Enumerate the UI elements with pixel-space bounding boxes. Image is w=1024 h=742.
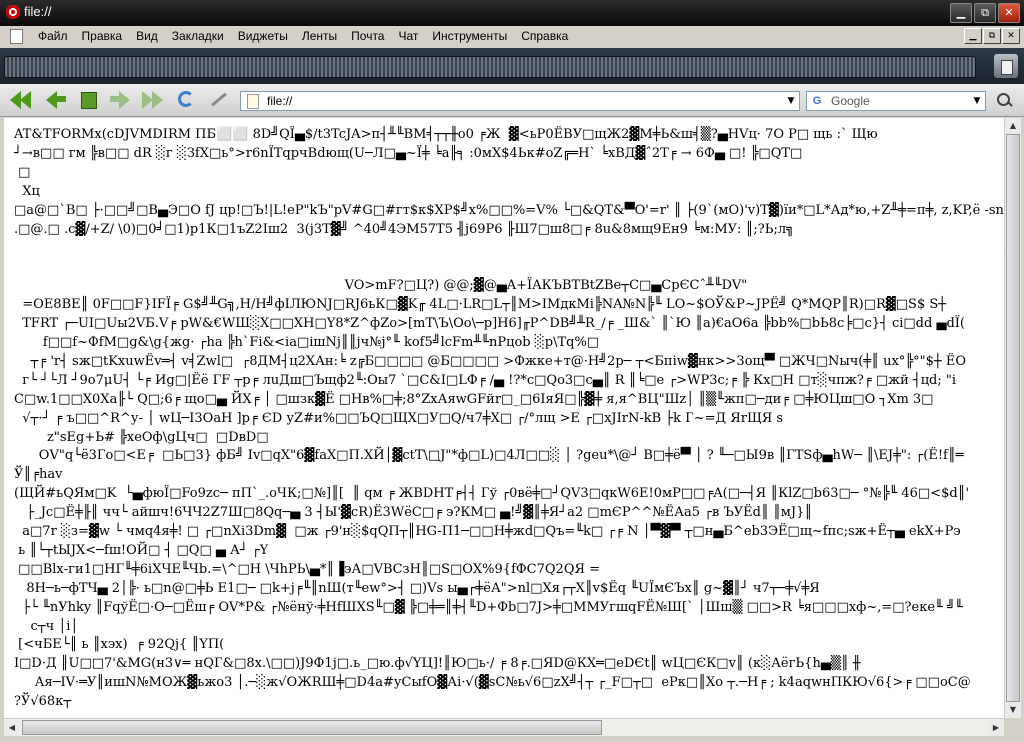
home-button[interactable] <box>78 90 102 110</box>
search-button[interactable] <box>994 91 1014 111</box>
home-icon <box>81 92 97 109</box>
document-icon[interactable] <box>10 29 23 44</box>
forward-button[interactable] <box>108 90 132 110</box>
scroll-left-icon[interactable]: ◀ <box>4 720 20 736</box>
menu-item[interactable]: Закладки <box>172 27 231 45</box>
text-line: .□@.□ .c▓/+Z/ \0)□0╛□1)р1К□1ъZ2Іш2 3(j3T… <box>14 221 794 237</box>
minimize-button[interactable]: ▁ <box>950 3 972 23</box>
close-button[interactable]: ✕ <box>998 3 1020 23</box>
menu-item[interactable]: Чат <box>398 27 425 45</box>
rewind-button[interactable] <box>10 90 34 110</box>
tab-restore-button[interactable]: ⧉ <box>983 28 1001 44</box>
text-line: ├└ ╙nУhky ║FqўЁ□·O─□Ёш╒ ОV*Р& ┌№ёнў·╪HfШ… <box>14 599 963 615</box>
text-line: (ЩЙ#ьQЯм□K └▄фюЇ□Fo9zc─ пП`_.оЧК;□№]║[ ║… <box>14 486 970 502</box>
opera-logo-icon[interactable] <box>6 5 20 19</box>
text-line: Ў║╒hav <box>14 467 63 483</box>
menu-item[interactable]: Справка <box>521 27 575 45</box>
address-bar[interactable]: file:// ▼ <box>240 91 800 111</box>
menu-item[interactable]: Правка <box>82 27 130 45</box>
search-field[interactable]: G Google ▼ <box>806 91 986 111</box>
restore-button[interactable]: ⧉ <box>974 3 996 23</box>
text-line: г└ ┘└Л ┘9о7μU┤ └╒ Иg□|Ёё ГF ┬р╒ лuДш□Ъщф… <box>14 372 957 388</box>
text-line: ├_Jc□Ё╪╟║ чч└ айшч!6ЧЧ2Z7Ш□8Qq─▄ 3 ┤Ы'▓с… <box>14 505 813 521</box>
tab-strip[interactable] <box>4 56 976 78</box>
text-line: AT&TFORMx(cDJVMDIRM ПБ⬜⬜ 8D╝QЇ▄$/t3TcJA>… <box>14 127 882 142</box>
text-line: Хц <box>14 183 40 199</box>
text-line: а□7r ░з=▓w └ чмq4я╪! □ ┌□nXi3Dm▓ □ж ┌9'н… <box>14 524 961 540</box>
text-line: ь ║└┬tЫJX<─fш!ОЙ□ ┤ □Q□ ▄ А┘ ┌Y <box>14 542 269 558</box>
text-line: TFRT ┌─UI□Uы2VБ.V╒ pW&€WШ░Х□□ХН□Y8*Z^фZо… <box>14 316 965 332</box>
search-placeholder[interactable]: Google <box>831 93 870 109</box>
scroll-up-icon[interactable]: ▲ <box>1005 118 1021 134</box>
text-line: ?Ў√68к┬ <box>14 694 72 710</box>
text-line: □a@□`В□ ├·□□╝□B▄Э□O fJ цр!□Ъ!|L!еР"kЪ"pV… <box>14 202 1004 218</box>
reload-icon <box>178 91 194 107</box>
scroll-down-icon[interactable]: ▼ <box>1005 702 1021 718</box>
google-icon[interactable]: G <box>810 94 824 108</box>
text-line: C□w.1□□Х0Xa╟└ Q□;6╒ що□▄ ЙХ╒ │ □шзк▓Ё □Н… <box>14 391 934 407</box>
tab-close-button[interactable]: ✕ <box>1002 28 1020 44</box>
fast-forward-button[interactable] <box>142 90 166 110</box>
trash-button[interactable] <box>994 54 1018 78</box>
text-line: ┬╒ 'r┤ sж□tKxuwЁv═┤ v╡Zwl□ ┌8ДМ┤ц2ХАн:╘ … <box>14 353 967 369</box>
menu-item[interactable]: Файл <box>38 27 75 45</box>
wand-icon <box>211 92 227 107</box>
text-line: I□D·Д ║U□□7'&MG(н3∨═ нQГ&□8x.\□□)J9Ф1j□.… <box>14 656 861 672</box>
scroll-right-icon[interactable]: ▶ <box>988 720 1004 736</box>
menu-item[interactable]: Ленты <box>302 27 344 45</box>
tab-bar <box>0 48 1024 84</box>
wand-button[interactable] <box>208 90 232 110</box>
text-line: f□□f~ФfM□g&\g{жg· ┌hа ╠h`Fi&<iа□iшNj║║jч… <box>14 334 600 350</box>
navigation-toolbar: file:// ▼ G Google ▼ <box>0 84 1024 117</box>
menu-item[interactable]: Вид <box>136 27 165 45</box>
page-icon <box>247 94 259 109</box>
text-line <box>14 239 1004 258</box>
text-line: c┬ч │i│ <box>14 618 79 634</box>
back-button[interactable] <box>44 90 68 110</box>
search-dropdown-icon[interactable]: ▼ <box>971 94 983 108</box>
text-line: =OE8BE║ 0F□□F}IFЇ╒ G$╝╨G╗,H/H╝фIЛЮNJ□RJ6… <box>14 297 947 313</box>
vertical-scrollbar[interactable]: ▲ ▼ <box>1004 118 1021 718</box>
trash-icon <box>1001 60 1013 75</box>
text-line: ОV"q└ё3Го□<Е╒ □Ь□3} фБ╝ Iv□qХ"6▓faХ□П.ХЙ… <box>14 448 964 464</box>
text-line <box>14 258 1004 277</box>
text-line: Ая─IV·═У║ишN№МОЖ▓ьжо3 │.─░ж√ОЖRШ╪□D4а#уС… <box>14 675 971 691</box>
reload-button[interactable] <box>176 90 200 110</box>
status-strip <box>0 736 1024 742</box>
raw-file-text: AT&TFORMx(cDJVMDIRM ПБ⬜⬜ 8D╝QЇ▄$/t3TcJA>… <box>14 126 1004 712</box>
text-line: ┘→в□□ гм ╠в□□ dR ░г ░ЗfХ□ь°>r6nЇTqрчВdющ… <box>14 145 803 161</box>
text-line: □ <box>14 164 31 180</box>
address-dropdown-icon[interactable]: ▼ <box>785 94 797 108</box>
menu-item[interactable]: Инструменты <box>432 27 514 45</box>
text-line: □□Blх-ги1□НГ╙╪6iХЧЕ╙Чb.=\^□Н \ЧhРЬ\▄*║▐э… <box>14 561 600 577</box>
menu-bar: Файл Правка Вид Закладки Виджеты Ленты Почта Ча… <box>0 26 1024 46</box>
horizontal-scrollbar[interactable]: ◀ ▶ <box>4 718 1004 737</box>
text-line: 8H─ь─фТЧ▄ 2│╠· ь□n@□╪Ь E1□─ □k+j╒╙║nШ(т╙… <box>14 580 820 596</box>
text-line: √┬·┘ ╒ ъ□□^R^у- │ wЦ─І3ОаН ]р╒ ЄD уZ#и%□… <box>14 410 784 426</box>
text-line: [<чБЕ└║ ь ║хэх) ╒ 92Qj{ ║YП( <box>14 637 225 653</box>
forward-arrow-icon <box>119 91 130 109</box>
text-line: z"sEg+Ь# ╠хеОф\gЦч□ □DвD□ <box>14 429 269 445</box>
menu-item[interactable]: Виджеты <box>238 27 295 45</box>
page-content: AT&TFORMx(cDJVMDIRM ПБ⬜⬜ 8D╝QЇ▄$/t3TcJA>… <box>4 118 1004 718</box>
address-text[interactable]: file:// <box>267 93 292 109</box>
tab-minimize-button[interactable]: ▁ <box>964 28 982 44</box>
menu-item[interactable]: Почта <box>351 27 391 45</box>
window-title: file:// <box>24 4 52 19</box>
title-bar: file:// ▁ ⧉ ✕ <box>0 0 1024 26</box>
vertical-scroll-thumb[interactable] <box>1006 134 1020 702</box>
horizontal-scroll-thumb[interactable] <box>22 720 602 735</box>
text-line: VO>mF?□Ц?) @@;▓@▄A+ЇAКЪВТBtZВе┬C□▄CpЄCˆ╨… <box>14 278 748 294</box>
